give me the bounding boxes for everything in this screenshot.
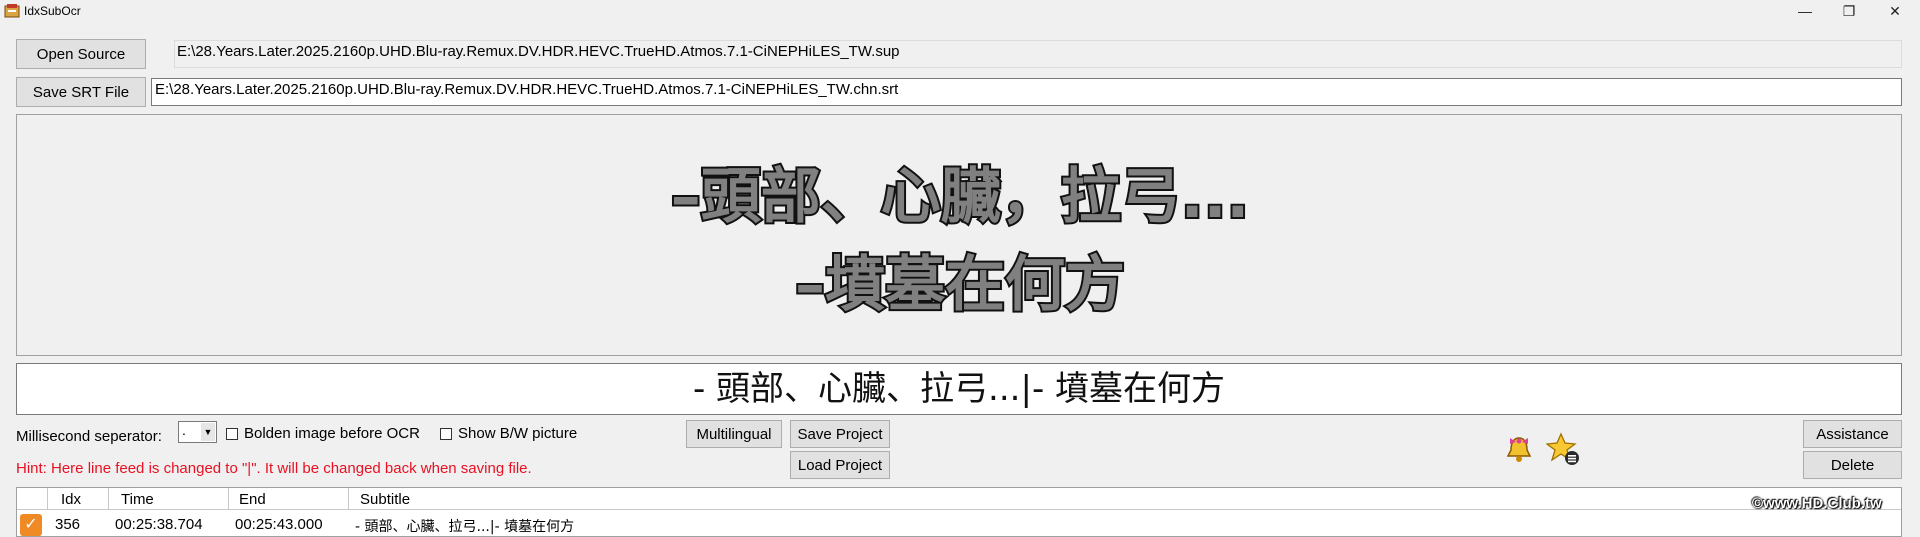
preview-line-1: –頭部、心臟，拉弓...	[671, 162, 1249, 232]
subtitle-table[interactable]: Idx Time End Subtitle ✓ 356 00:25:38.704…	[16, 487, 1902, 537]
close-button[interactable]: ✕	[1872, 0, 1918, 22]
hint-text: Hint: Here line feed is changed to "|". …	[16, 460, 532, 477]
title-bar: IdxSubOcr — ❐ ✕	[0, 0, 1920, 22]
ms-separator-value: .	[182, 422, 186, 438]
row-time: 00:25:38.704	[115, 516, 203, 533]
row-idx: 356	[55, 516, 81, 533]
maximize-button[interactable]: ❐	[1826, 0, 1872, 22]
bolden-checkbox[interactable]	[226, 428, 238, 440]
preview-line-2: –墳墓在何方	[795, 250, 1125, 320]
table-row[interactable]: ✓ 356 00:25:38.704 00:25:43.000 - 頭部、心臟、…	[17, 511, 1901, 536]
minimize-button[interactable]: —	[1782, 0, 1828, 22]
delete-button[interactable]: Delete	[1803, 451, 1902, 479]
row-end: 00:25:43.000	[235, 516, 323, 533]
bw-picture-label: Show B/W picture	[458, 425, 578, 442]
chevron-down-icon: ▼	[201, 423, 215, 441]
save-srt-button[interactable]: Save SRT File	[16, 77, 146, 107]
row-checkbox[interactable]: ✓	[20, 514, 42, 536]
bolden-label: Bolden image before OCR	[244, 425, 420, 442]
ms-separator-select[interactable]: . ▼	[178, 421, 217, 443]
srt-path-input[interactable]: E:\28.Years.Later.2025.2160p.UHD.Blu-ray…	[151, 78, 1902, 106]
subtitle-image-preview: –頭部、心臟，拉弓... –墳墓在何方	[16, 114, 1902, 356]
ocr-text-input[interactable]: - 頭部、心臟、拉弓...|- 墳墓在何方	[16, 363, 1902, 415]
watermark: ©www.HD.Club.tw	[1752, 495, 1882, 512]
save-project-button[interactable]: Save Project	[790, 420, 890, 448]
ms-separator-label: Millisecond seperator:	[16, 428, 162, 445]
source-path-field[interactable]: E:\28.Years.Later.2025.2160p.UHD.Blu-ray…	[174, 40, 1902, 68]
column-header-subtitle[interactable]: Subtitle	[360, 491, 410, 508]
bell-icon[interactable]	[1502, 432, 1536, 466]
table-header: Idx Time End Subtitle	[17, 488, 1901, 510]
open-source-button[interactable]: Open Source	[16, 39, 146, 69]
load-project-button[interactable]: Load Project	[790, 451, 890, 479]
row-subtitle: - 頭部、心臟、拉弓...|- 墳墓在何方	[355, 519, 575, 535]
multilingual-button[interactable]: Multilingual	[686, 420, 782, 448]
star-list-icon[interactable]	[1546, 432, 1580, 466]
app-icon	[4, 4, 20, 18]
column-header-time[interactable]: Time	[121, 491, 154, 508]
column-header-idx[interactable]: Idx	[61, 491, 81, 508]
window-title: IdxSubOcr	[24, 4, 81, 18]
column-header-end[interactable]: End	[239, 491, 266, 508]
assistance-button[interactable]: Assistance	[1803, 420, 1902, 448]
bw-picture-checkbox[interactable]	[440, 428, 452, 440]
